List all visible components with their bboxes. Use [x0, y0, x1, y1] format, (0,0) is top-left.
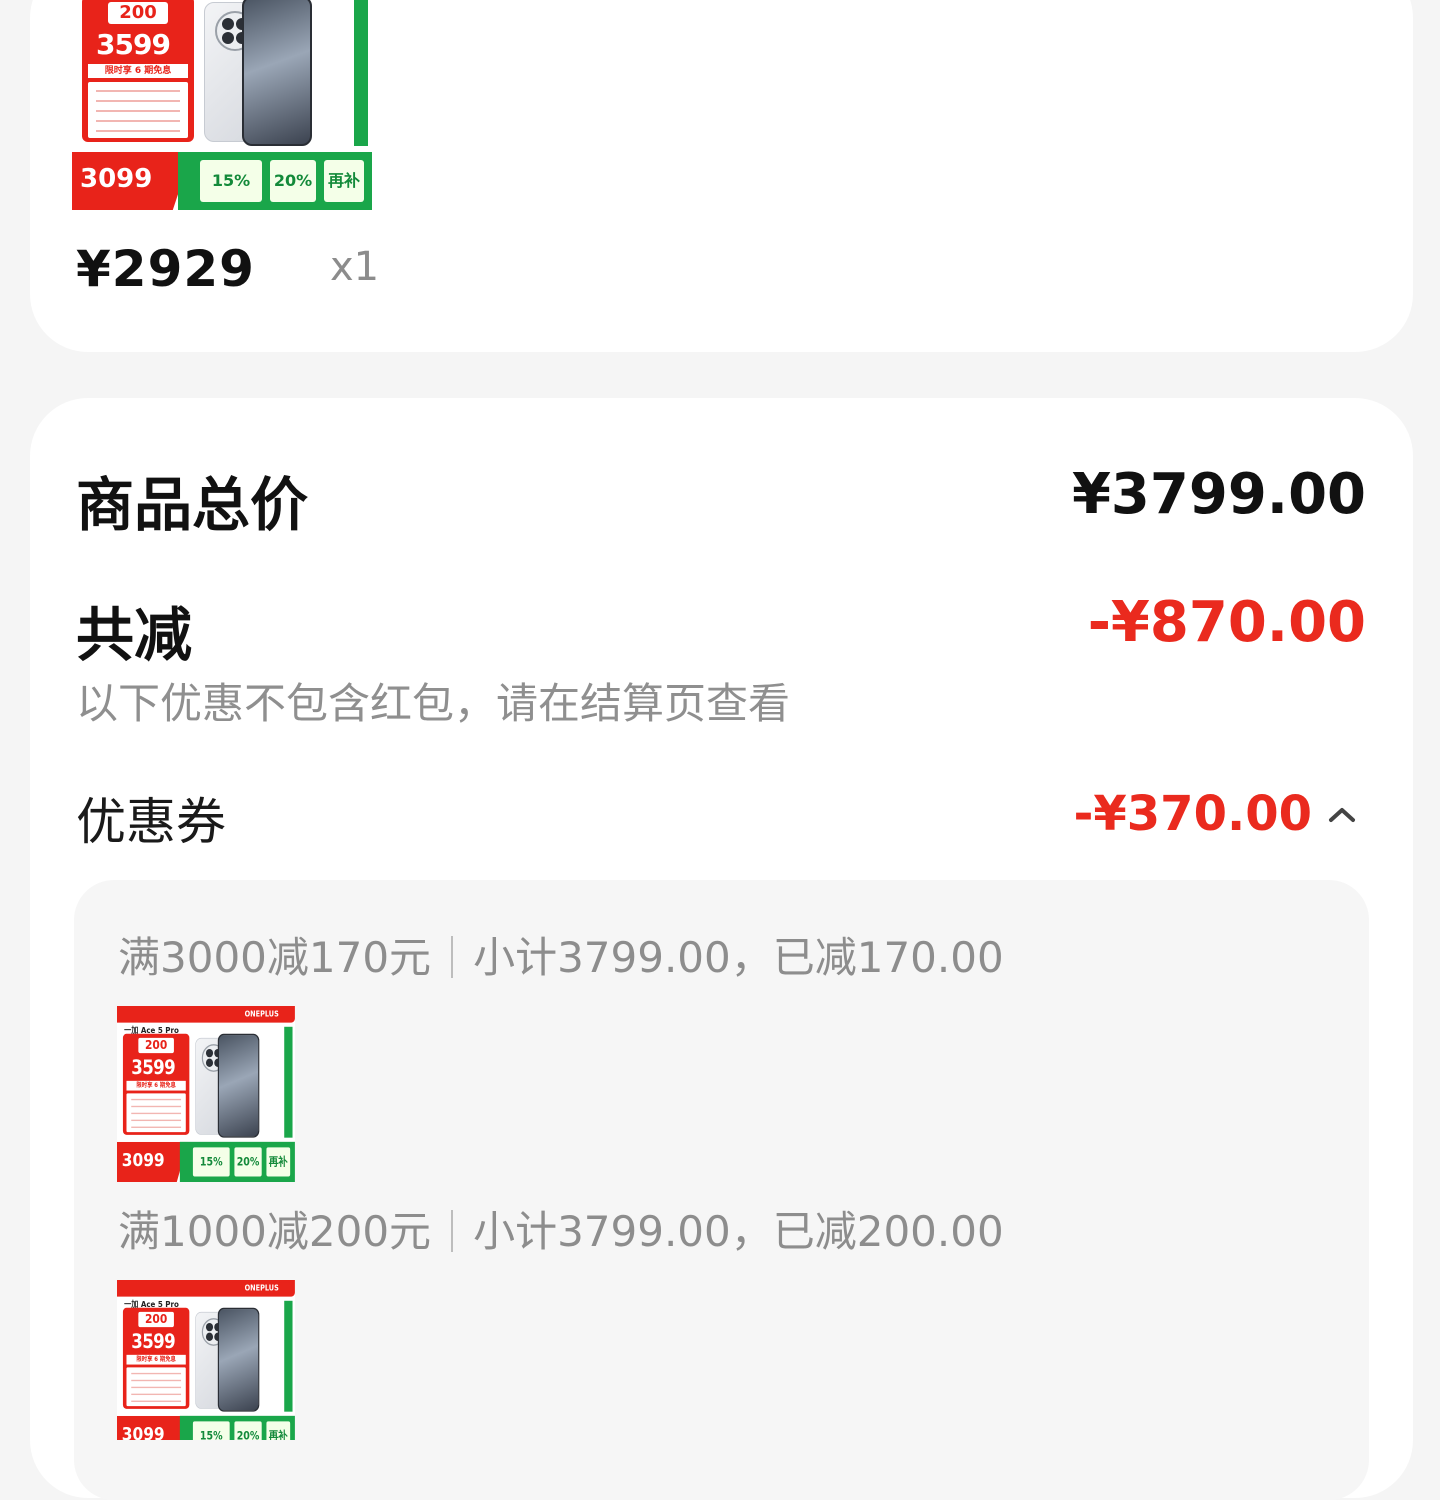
item-price: ¥2929	[76, 240, 255, 298]
badge-15: 15%	[192, 1421, 230, 1440]
total-discount-value: -¥870.00	[1087, 590, 1366, 655]
badge-extra: 再补	[324, 160, 364, 202]
promo-price: 3599	[131, 1329, 176, 1353]
promo-tagline: 限时享 6 期免息	[88, 64, 188, 78]
badge-15: 15%	[192, 1147, 230, 1177]
divider	[451, 1210, 454, 1252]
subsidy-price-band: 3099	[72, 152, 192, 210]
promo-amount: 200	[138, 1037, 174, 1054]
promo-tagline: 限时享 6 期免息	[126, 1354, 186, 1365]
promo-price: 3599	[131, 1055, 176, 1079]
subsidy-badges: 15% 20% 再补	[179, 1415, 295, 1440]
coupon-value[interactable]: -¥370.00	[1073, 786, 1312, 842]
promo-tagline: 限时享 6 期免息	[126, 1080, 186, 1091]
divider	[451, 936, 454, 978]
promo-price-box: 200 3599 限时享 6 期免息	[82, 0, 194, 142]
phone-front-image	[217, 1307, 260, 1412]
subsidy-price-band: 3099	[117, 1141, 189, 1182]
product-thumbnail-main[interactable]: ONEPLUS 一加 Ace 5 Pro 200 3599 限时享 6 期免息 …	[72, 0, 374, 212]
item-quantity: x1	[330, 244, 380, 290]
brand-label: ONEPLUS	[229, 1282, 294, 1295]
coupon-rule-detail: 小计3799.00，已减170.00	[473, 933, 1004, 982]
total-price-label: 商品总价	[76, 471, 309, 539]
discount-note: 以下优惠不包含红包，请在结算页查看	[76, 679, 791, 728]
subsidy-price: 3099	[121, 1424, 165, 1440]
coupon-product-thumbnail-1[interactable]: ONEPLUS 一加 Ace 5 Pro 200 3599 限时享 6 期免息 …	[117, 1006, 295, 1182]
coupon-rule-1: 满3000减170元 小计3799.00，已减170.00	[118, 924, 1004, 985]
promo-price: 3599	[96, 28, 171, 61]
subsidy-price: 3099	[80, 164, 153, 194]
promo-price-box: 200 3599 限时享 6 期免息	[122, 1033, 190, 1135]
coupon-rule-text: 满3000减170元	[118, 933, 432, 982]
chevron-up-icon[interactable]	[1328, 804, 1356, 824]
promo-details	[88, 82, 188, 138]
badge-extra: 再补	[266, 1421, 291, 1440]
badge-extra: 再补	[266, 1147, 291, 1177]
subsidy-price: 3099	[121, 1150, 165, 1171]
brand-label: ONEPLUS	[229, 1008, 294, 1021]
subsidy-badges: 15% 20% 再补	[178, 152, 372, 210]
total-price-value: ¥3799.00	[1071, 462, 1366, 527]
promo-details	[126, 1093, 186, 1133]
badge-20: 20%	[234, 1147, 262, 1177]
coupon-product-thumbnail-2[interactable]: ONEPLUS 一加 Ace 5 Pro 200 3599 限时享 6 期免息 …	[117, 1280, 295, 1440]
subsidy-badges: 15% 20% 再补	[179, 1141, 295, 1182]
total-discount-label: 共减	[76, 601, 193, 669]
promo-green-strip	[284, 1026, 293, 1138]
coupon-rule-text: 满1000减200元	[118, 1207, 432, 1256]
promo-amount: 200	[138, 1311, 174, 1328]
coupon-rule-detail: 小计3799.00，已减200.00	[473, 1207, 1004, 1256]
promo-green-strip	[284, 1300, 293, 1412]
badge-20: 20%	[234, 1421, 262, 1440]
promo-price-box: 200 3599 限时享 6 期免息	[122, 1307, 190, 1409]
badge-20: 20%	[270, 160, 316, 202]
promo-green-strip	[354, 0, 368, 146]
phone-front-image	[217, 1033, 260, 1138]
subsidy-price-band: 3099	[117, 1415, 189, 1440]
coupon-rule-2: 满1000减200元 小计3799.00，已减200.00	[118, 1198, 1004, 1259]
phone-front-image	[242, 0, 312, 146]
coupon-label[interactable]: 优惠券	[76, 782, 226, 854]
promo-details	[126, 1367, 186, 1407]
promo-amount: 200	[108, 2, 168, 24]
badge-15: 15%	[200, 160, 262, 202]
